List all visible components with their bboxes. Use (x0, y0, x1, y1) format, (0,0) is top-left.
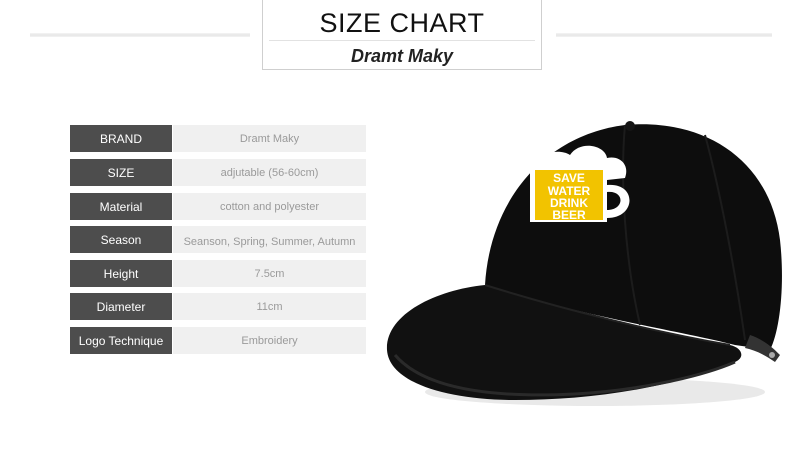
spec-row-size: SIZE adjutable (56-60cm) (70, 159, 366, 186)
spec-value: cotton and polyester (173, 193, 366, 220)
spec-row-logo-technique: Logo Technique Embroidery (70, 327, 366, 354)
page-title: SIZE CHART (319, 8, 485, 38)
spec-row-diameter: Diameter 11cm (70, 293, 366, 320)
spec-value: Embroidery (173, 327, 366, 354)
spec-value: adjutable (56-60cm) (173, 159, 366, 186)
logo-line-4: BEER (552, 208, 586, 222)
logo-line-1: SAVE (553, 171, 585, 185)
title-divider (269, 40, 535, 41)
spec-value: Dramt Maky (173, 125, 366, 152)
spec-row-material: Material cotton and polyester (70, 193, 366, 220)
header-divider-left (30, 33, 250, 37)
spec-row-height: Height 7.5cm (70, 260, 366, 287)
spec-row-brand: BRAND Dramt Maky (70, 125, 366, 152)
baseball-cap-image: SAVE WATER DRINK BEER (386, 121, 782, 406)
spec-label: Diameter (70, 293, 172, 320)
spec-value: 11cm (173, 293, 366, 320)
spec-label: Material (70, 193, 172, 220)
brand-subtitle: Dramt Maky (350, 46, 454, 66)
spec-label: BRAND (70, 125, 172, 152)
size-chart-header: SIZE CHART Dramt Maky (262, 0, 542, 70)
spec-row-season: Season Seanson, Spring, Summer, Autumn (70, 226, 366, 253)
spec-label: Season (70, 226, 172, 253)
spec-label: SIZE (70, 159, 172, 186)
spec-label: Height (70, 260, 172, 287)
spec-value: 7.5cm (173, 260, 366, 287)
spec-value: Seanson, Spring, Summer, Autumn (173, 226, 366, 253)
header-divider-right (556, 33, 772, 37)
spec-label: Logo Technique (70, 327, 172, 354)
